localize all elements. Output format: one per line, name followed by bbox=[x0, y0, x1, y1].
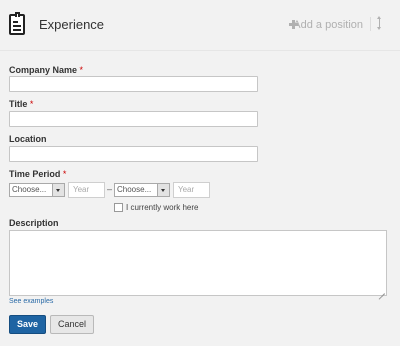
header-divider bbox=[370, 17, 371, 31]
current-work-checkbox[interactable] bbox=[114, 203, 123, 212]
current-work-label[interactable]: I currently work here bbox=[126, 203, 198, 212]
reorder-arrows-icon[interactable] bbox=[376, 16, 383, 30]
required-mark: * bbox=[29, 99, 34, 109]
location-input[interactable] bbox=[9, 146, 258, 162]
description-label: Description bbox=[9, 218, 59, 228]
title-input[interactable] bbox=[9, 111, 258, 127]
date-separator: – bbox=[107, 184, 113, 194]
section-title: Experience bbox=[39, 17, 105, 32]
section-header: Experience Add a position bbox=[0, 0, 400, 51]
required-mark: * bbox=[62, 169, 67, 179]
see-examples-link[interactable]: See examples bbox=[9, 298, 53, 305]
end-year-input[interactable]: Year bbox=[173, 182, 210, 198]
cancel-button[interactable]: Cancel bbox=[50, 315, 94, 334]
save-button[interactable]: Save bbox=[9, 315, 46, 334]
title-label: Title * bbox=[9, 99, 34, 109]
company-name-label: Company Name * bbox=[9, 65, 84, 75]
description-textarea[interactable] bbox=[9, 230, 387, 296]
start-month-select[interactable]: Choose... bbox=[9, 183, 65, 197]
resize-grip-icon[interactable] bbox=[379, 288, 385, 294]
start-year-input[interactable]: Year bbox=[68, 182, 105, 198]
chevron-down-icon bbox=[52, 184, 64, 196]
end-month-select[interactable]: Choose... bbox=[114, 183, 170, 197]
resume-icon bbox=[9, 12, 25, 35]
location-label: Location bbox=[9, 134, 47, 144]
time-period-label: Time Period * bbox=[9, 169, 67, 179]
chevron-down-icon bbox=[157, 184, 169, 196]
company-name-input[interactable] bbox=[9, 76, 258, 92]
add-position-link[interactable]: Add a position bbox=[293, 19, 363, 31]
required-mark: * bbox=[79, 65, 84, 75]
